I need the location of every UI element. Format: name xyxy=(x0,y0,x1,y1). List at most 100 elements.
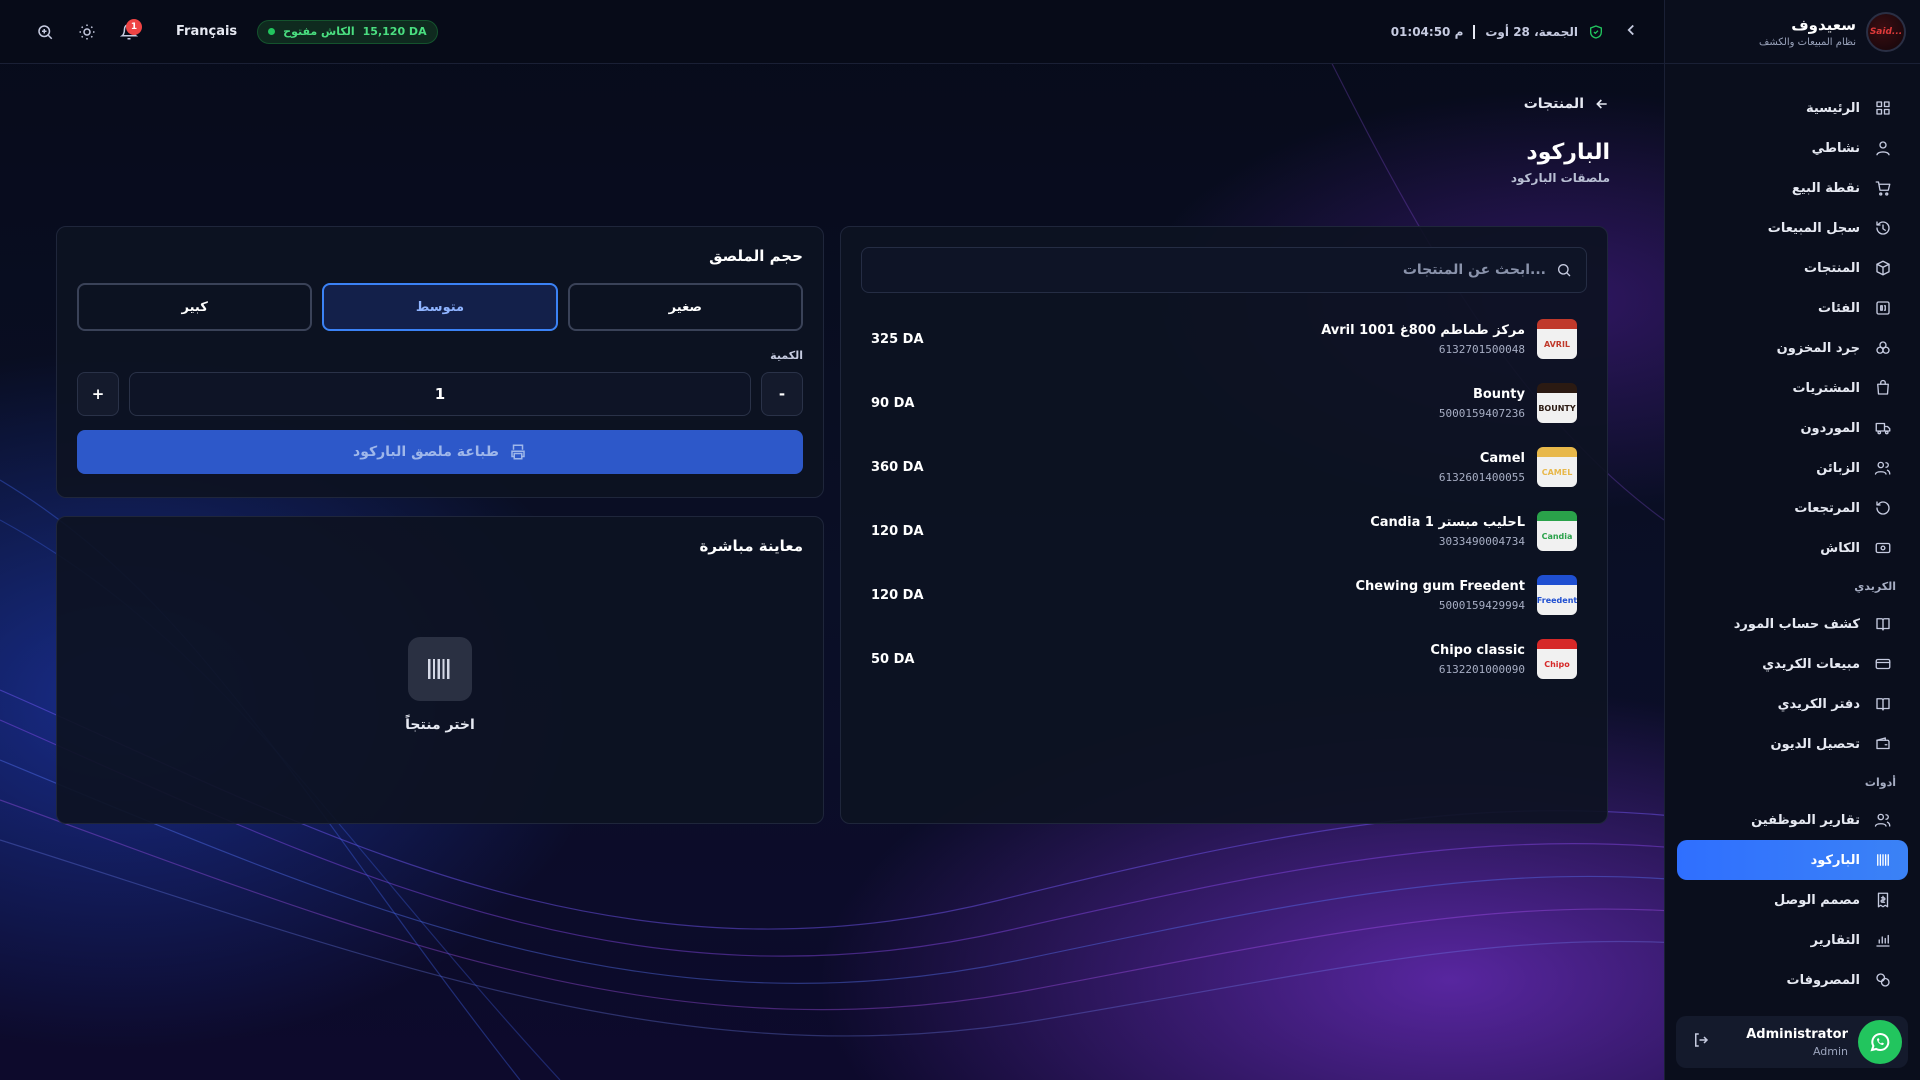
size-large-button[interactable]: كبير xyxy=(77,283,313,331)
brand-logo: Said... xyxy=(1866,11,1906,52)
language-switch[interactable]: Français xyxy=(176,24,237,39)
sidebar-item-items-6[interactable]: جرد المخزون xyxy=(1665,328,1920,368)
sidebar-item-items-4[interactable]: المنتجات xyxy=(1665,248,1920,288)
product-name: Chewing gum Freedent xyxy=(1355,578,1525,594)
divider xyxy=(1473,24,1476,39)
product-thumbnail-text: BOUNTY xyxy=(1538,403,1576,413)
sidebar-item-label: الكاش xyxy=(1820,540,1860,556)
products-panel: ابحث عن المنتجات... 325 DA Avril 1001 مرك… xyxy=(840,226,1608,824)
sidebar-item-label: كشف حساب المورد xyxy=(1733,616,1860,632)
product-name: Camel xyxy=(1479,450,1525,466)
bag-icon xyxy=(1874,379,1892,397)
history-icon xyxy=(1874,219,1892,237)
increment-button[interactable]: + xyxy=(77,372,119,416)
sidebar-item-items-1[interactable]: نشاطي xyxy=(1665,128,1920,168)
sidebar-item-tool_items-3[interactable]: التقارير xyxy=(1665,920,1920,960)
brand-name: سعيدوف xyxy=(1791,15,1856,34)
decrement-button[interactable]: - xyxy=(761,372,803,416)
product-thumbnail: BOUNTY xyxy=(1537,383,1577,423)
collapse-sidebar-button[interactable] xyxy=(1622,21,1640,43)
quantity-input[interactable]: 1 xyxy=(129,372,751,416)
product-price: 325 DA xyxy=(871,331,924,347)
chevron-left-icon xyxy=(1627,24,1634,35)
barcode-icon xyxy=(1874,851,1892,869)
users-icon xyxy=(1874,811,1892,829)
sidebar-item-label: المرتجعات xyxy=(1794,500,1860,516)
product-thumbnail-text: Candia xyxy=(1541,531,1573,541)
product-thumbnail-text: CAMEL xyxy=(1541,467,1573,477)
wallet-icon xyxy=(1874,735,1892,753)
arrow-left-icon xyxy=(1596,99,1607,109)
preview-hint: اختر منتجاً xyxy=(405,717,475,733)
sidebar-item-credit_items-2[interactable]: دفتر الكريدي xyxy=(1665,684,1920,724)
barcode-icon xyxy=(428,659,450,679)
sidebar-item-label: التقارير xyxy=(1810,932,1860,948)
sidebar-item-items-8[interactable]: الموردون xyxy=(1665,408,1920,448)
sidebar-item-items-2[interactable]: نقطة البيع xyxy=(1665,168,1920,208)
product-barcode: 6132601400055 xyxy=(1438,470,1525,484)
sidebar-item-items-0[interactable]: الرئيسية xyxy=(1665,88,1920,128)
cash-status-text: الكاش مفتوح xyxy=(283,25,355,38)
size-medium-button[interactable]: متوسط xyxy=(322,283,558,331)
sidebar-item-credit_items-0[interactable]: كشف حساب المورد xyxy=(1665,604,1920,644)
sidebar-item-items-9[interactable]: الزبائن xyxy=(1665,448,1920,488)
chart-icon xyxy=(1874,931,1892,949)
book-icon xyxy=(1874,695,1892,713)
product-row[interactable]: 360 DA Camel 6132601400055 CAMEL xyxy=(861,435,1587,499)
cart-icon xyxy=(1874,179,1892,197)
zoom-button[interactable] xyxy=(24,11,66,53)
product-row[interactable]: 50 DA Chipo classic 6132201000090 Chipo xyxy=(861,627,1587,691)
whatsapp-icon xyxy=(1870,1033,1890,1052)
theme-toggle-button[interactable] xyxy=(66,11,108,53)
sidebar-item-label: الزبائن xyxy=(1816,460,1860,476)
breadcrumb[interactable]: المنتجات xyxy=(1511,96,1610,112)
shield-check-icon xyxy=(1590,24,1602,39)
sidebar-item-tool_items-1[interactable]: الباركود xyxy=(1677,840,1908,880)
notifications-button[interactable]: 1 xyxy=(108,11,150,53)
product-row[interactable]: 120 DA Chewing gum Freedent 5000159429994 F… xyxy=(861,563,1587,627)
sidebar-item-credit_items-1[interactable]: مبيعات الكريدي xyxy=(1665,644,1920,684)
product-thumbnail: Candia xyxy=(1537,511,1577,551)
book-icon xyxy=(1874,615,1892,633)
product-price: 120 DA xyxy=(871,587,924,603)
quantity-stepper: + 1 - xyxy=(77,372,803,416)
truck-icon xyxy=(1874,419,1892,437)
product-price: 120 DA xyxy=(871,523,924,539)
top-bar: 1 Français الكاش مفتوح 15,120 DA 01:04:5… xyxy=(0,0,1664,64)
logout-button[interactable] xyxy=(1692,1031,1710,1053)
sidebar-item-items-3[interactable]: سجل المبيعات xyxy=(1665,208,1920,248)
print-barcode-button[interactable]: طباعة ملصق الباركود xyxy=(77,430,803,474)
whatsapp-button[interactable] xyxy=(1858,1020,1902,1064)
sidebar-item-label: جرد المخزون xyxy=(1776,340,1860,356)
sidebar-item-items-10[interactable]: المرتجعات xyxy=(1665,488,1920,528)
sidebar-item-label: سجل المبيعات xyxy=(1767,220,1860,236)
sidebar-item-label: دفتر الكريدي xyxy=(1777,696,1860,712)
sidebar-item-label: نشاطي xyxy=(1811,140,1860,156)
sidebar-item-label: تحصيل الديون xyxy=(1770,736,1860,752)
cash-status-badge[interactable]: الكاش مفتوح 15,120 DA xyxy=(257,19,438,44)
product-row[interactable]: 90 DA Bounty 5000159407236 BOUNTY xyxy=(861,371,1587,435)
size-small-button[interactable]: صغير xyxy=(567,283,803,331)
product-list: 325 DA Avril 1001 مركز طماطم 800غ 61327015… xyxy=(861,307,1587,691)
nav-section-tools: أدوات xyxy=(1864,775,1896,789)
search-placeholder: ابحث عن المنتجات... xyxy=(1402,262,1546,278)
cash-amount: 15,120 DA xyxy=(362,25,427,38)
user-role: Admin xyxy=(1812,1044,1848,1058)
product-thumbnail: Chipo xyxy=(1537,639,1577,679)
sidebar-item-tool_items-2[interactable]: مصمم الوصل xyxy=(1665,880,1920,920)
sidebar-item-credit_items-3[interactable]: تحصيل الديون xyxy=(1665,724,1920,764)
label-size-panel: حجم الملصق كبير متوسط صغير الكمية + 1 - … xyxy=(56,226,824,498)
sidebar-item-label: الباركود xyxy=(1810,852,1860,868)
sidebar-item-items-11[interactable]: الكاش xyxy=(1665,528,1920,568)
product-row[interactable]: 120 DA Candia حليب مبستر 1L 3033490004734 C… xyxy=(861,499,1587,563)
live-preview-panel: معاينة مباشرة اختر منتجاً xyxy=(56,516,824,824)
product-row[interactable]: 325 DA Avril 1001 مركز طماطم 800غ 61327015… xyxy=(861,307,1587,371)
zoom-in-icon xyxy=(38,24,53,39)
sidebar-item-tool_items-4[interactable]: المصروفات xyxy=(1665,960,1920,1000)
sidebar-item-items-7[interactable]: المشتريات xyxy=(1665,368,1920,408)
box-icon xyxy=(1874,259,1892,277)
sidebar-item-tool_items-0[interactable]: تقارير الموظفين xyxy=(1665,800,1920,840)
sidebar-item-items-5[interactable]: الفئات xyxy=(1665,288,1920,328)
search-input[interactable]: ابحث عن المنتجات... xyxy=(861,247,1587,293)
sidebar-item-label: المشتريات xyxy=(1792,380,1860,396)
